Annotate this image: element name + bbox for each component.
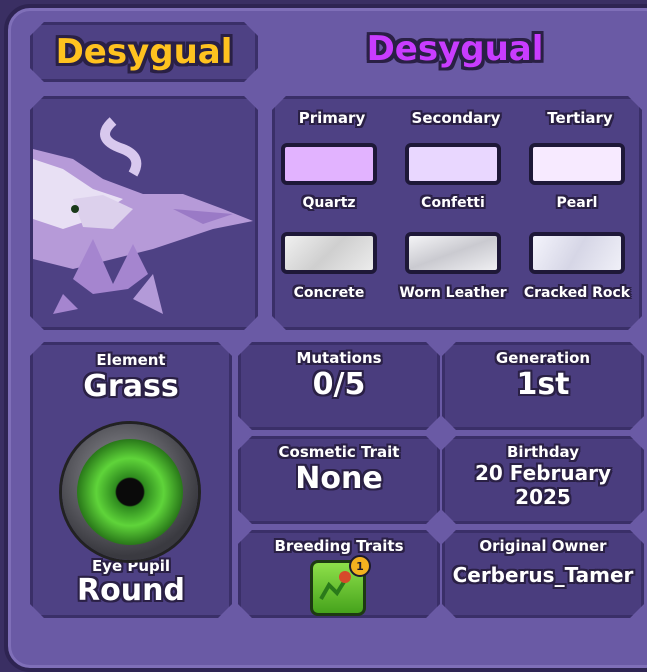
element-value: Grass [83, 369, 179, 404]
secondary-header: Secondary [411, 109, 501, 127]
tertiary-texture-swatch[interactable] [529, 232, 625, 274]
colors-panel: Primary Secondary Tertiary Quartz Confet… [272, 96, 642, 330]
eye-icon [62, 424, 198, 560]
cosmetic-trait-value: None [295, 461, 383, 496]
secondary-color-swatch[interactable] [405, 143, 501, 185]
pet-preview [30, 96, 258, 330]
species-name-plate: Desygual [330, 22, 580, 76]
birthday-year: 2025 [515, 485, 571, 509]
primary-color-swatch[interactable] [281, 143, 377, 185]
species-name: Desygual [366, 29, 544, 69]
primary-texture-name: Concrete [293, 285, 365, 301]
cosmetic-trait-card: Cosmetic Trait None [238, 436, 440, 524]
cosmetic-trait-label: Cosmetic Trait [278, 443, 400, 461]
primary-texture-swatch[interactable] [281, 232, 377, 274]
breeding-traits-label: Breeding Traits [274, 537, 404, 555]
mutations-card: Mutations 0/5 [238, 342, 440, 430]
mutations-label: Mutations [296, 349, 382, 367]
secondary-color-name: Confetti [421, 195, 485, 211]
birthday-label: Birthday [507, 443, 579, 461]
original-owner-label: Original Owner [479, 537, 607, 555]
mutations-value: 0/5 [312, 367, 366, 402]
eye-pupil-value: Round [77, 573, 185, 608]
secondary-texture-name: Worn Leather [399, 285, 507, 301]
tertiary-color-name: Pearl [556, 195, 598, 211]
generation-value: 1st [516, 367, 570, 402]
plant-growth-icon[interactable]: 1 [310, 555, 371, 616]
tertiary-color-swatch[interactable] [529, 143, 625, 185]
secondary-texture-swatch[interactable] [405, 232, 501, 274]
element-label: Element [96, 351, 166, 369]
primary-header: Primary [298, 109, 366, 127]
pet-name: Desygual [55, 32, 233, 72]
tertiary-header: Tertiary [547, 109, 613, 127]
birthday-card: Birthday 20 February 2025 [442, 436, 644, 524]
original-owner-card: Original Owner Cerberus_Tamer [442, 530, 644, 618]
birthday-date: 20 February [474, 461, 612, 485]
generation-label: Generation [495, 349, 591, 367]
tertiary-texture-name: Cracked Rock [523, 285, 631, 301]
primary-color-name: Quartz [302, 195, 356, 211]
original-owner-value: Cerberus_Tamer [452, 563, 634, 587]
pet-name-plate: Desygual [30, 22, 258, 82]
eye-iris [77, 439, 183, 545]
dragon-preview-image [33, 99, 255, 327]
generation-card: Generation 1st [442, 342, 644, 430]
trait-count-badge: 1 [349, 555, 371, 577]
